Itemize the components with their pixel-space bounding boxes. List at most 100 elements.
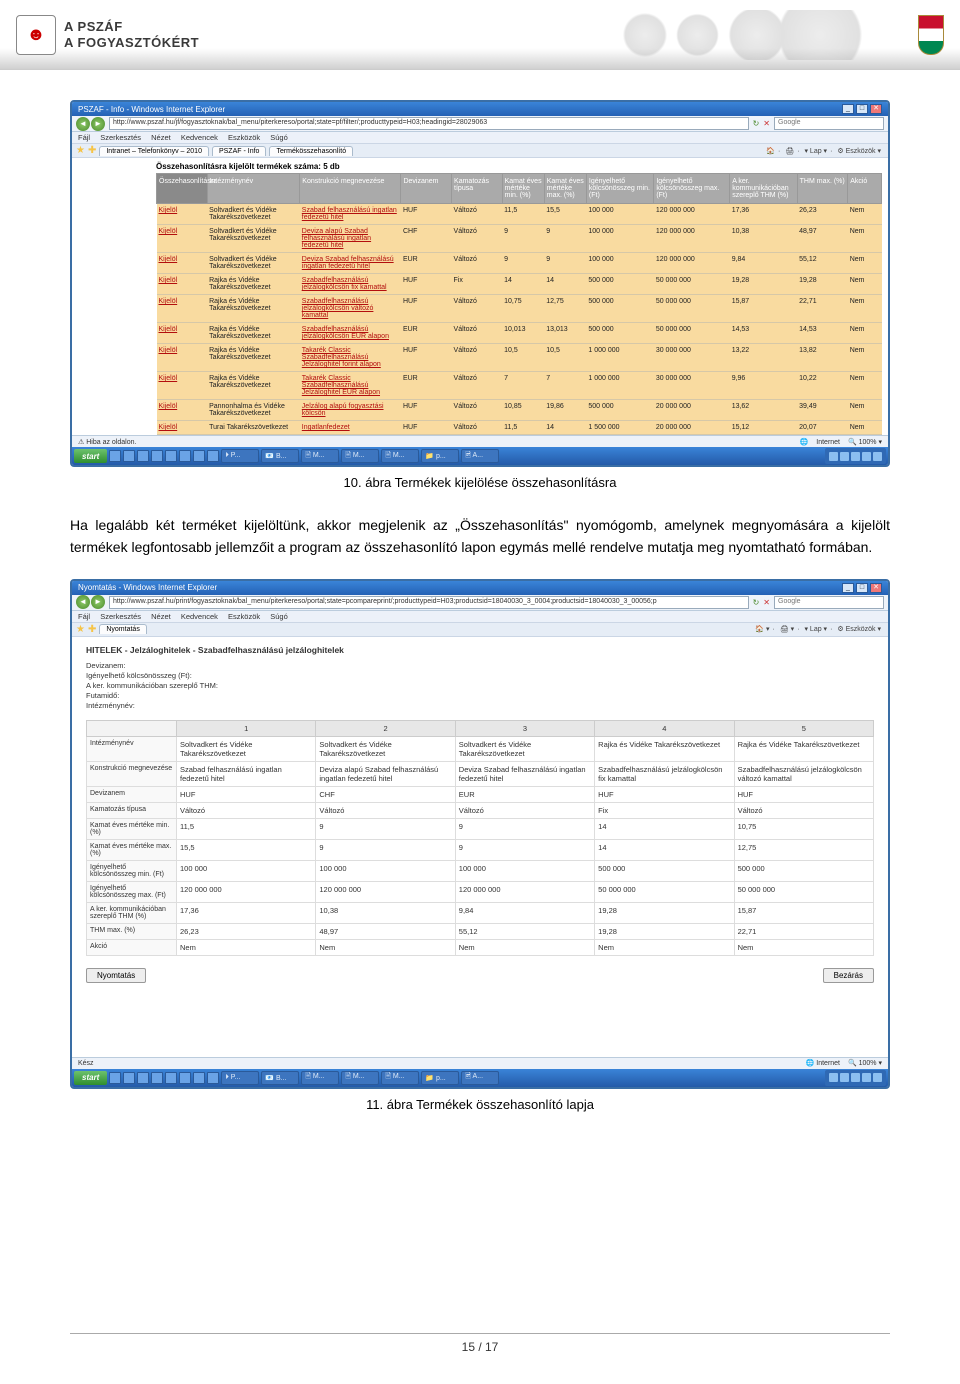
add-favorites-icon[interactable]: ✚ (88, 145, 96, 156)
task-item[interactable]: 🖻 A... (461, 449, 499, 463)
tab-intranet[interactable]: Intranet – Telefonkönyv – 2010 (99, 146, 209, 156)
quicklaunch-icon[interactable] (193, 1072, 205, 1084)
task-item[interactable]: ⏵ P... (221, 449, 259, 463)
system-tray[interactable] (825, 1070, 886, 1086)
select-link[interactable]: Kijelöl (157, 421, 208, 435)
quicklaunch-icon[interactable] (165, 450, 177, 462)
select-link[interactable]: Kijelöl (157, 295, 208, 323)
task-item[interactable]: 🖹 M... (381, 1071, 419, 1085)
task-item[interactable]: 🖹 M... (381, 449, 419, 463)
cell-prod[interactable]: Szabadfelhasználású jelzálogkölcsön vált… (300, 295, 401, 323)
task-item[interactable]: 🖹 M... (341, 1071, 379, 1085)
window-titlebar[interactable]: Nyomtatás - Windows Internet Explorer _ … (72, 581, 888, 595)
quicklaunch-icon[interactable] (179, 1072, 191, 1084)
task-item[interactable]: 📧 B... (261, 1071, 299, 1085)
col-kmin[interactable]: Kamat éves mértéke min. (%) (502, 174, 544, 204)
select-link[interactable]: Kijelöl (157, 400, 208, 421)
task-item[interactable]: 🖹 M... (301, 1071, 339, 1085)
url-input[interactable]: http://www.pszaf.hu/jf/fogyasztoknak/bal… (109, 117, 749, 130)
favorites-star-icon[interactable]: ★ (76, 624, 85, 635)
col-kt[interactable]: Kamatozás típusa (452, 174, 503, 204)
cell-prod[interactable]: Deviza Szabad felhasználású ingatlan fed… (300, 253, 401, 274)
add-favorites-icon[interactable]: ✚ (88, 624, 96, 635)
menu-help[interactable]: Súgó (270, 133, 288, 142)
quicklaunch-icon[interactable] (137, 1072, 149, 1084)
col-thmmax[interactable]: THM max. (%) (797, 174, 848, 204)
start-button[interactable]: start (74, 449, 107, 463)
menu-tools[interactable]: Eszközök (228, 133, 260, 142)
quicklaunch-icon[interactable] (123, 1072, 135, 1084)
back-button[interactable]: ◄ (76, 595, 90, 609)
select-link[interactable]: Kijelöl (157, 274, 208, 295)
tab-termek[interactable]: Termékösszehasonlító (269, 146, 353, 156)
task-item[interactable]: 📧 B... (261, 449, 299, 463)
forward-button[interactable]: ► (91, 117, 105, 131)
page-menu[interactable]: ▾ Lap ▾ (804, 148, 827, 155)
zoom-control[interactable]: 🔍 100% ▾ (848, 1060, 882, 1067)
menu-view[interactable]: Nézet (151, 612, 171, 621)
close-button[interactable]: ✕ (870, 583, 882, 593)
taskbar-2[interactable]: start ⏵ P... 📧 B... 🖹 M... 🖹 M... 🖹 M...… (72, 1069, 888, 1087)
close-compare-button[interactable]: Bezárás (823, 968, 874, 983)
stop-button[interactable]: ✕ (763, 119, 770, 128)
cell-prod[interactable]: Szabadfelhasználású jelzálogkölcsön fix … (300, 274, 401, 295)
tray-icon[interactable] (840, 452, 849, 461)
home-icon[interactable]: 🏠 (766, 148, 775, 155)
menu-favorites[interactable]: Kedvencek (181, 133, 218, 142)
tray-icon[interactable] (862, 452, 871, 461)
print-icon[interactable]: 🖨 ▾ (780, 626, 794, 633)
task-item[interactable]: 📁 p... (421, 1071, 459, 1085)
select-link[interactable]: Kijelöl (157, 323, 208, 344)
task-item[interactable]: 🖻 A... (461, 1071, 499, 1085)
task-item[interactable]: ⏵ P... (221, 1071, 259, 1085)
home-icon[interactable]: 🏠 ▾ (755, 626, 769, 633)
task-item[interactable]: 🖹 M... (301, 449, 339, 463)
menu-tools[interactable]: Eszközök (228, 612, 260, 621)
tray-icon[interactable] (851, 452, 860, 461)
quicklaunch-icon[interactable] (109, 450, 121, 462)
tools-menu[interactable]: ⚙ Eszközök ▾ (837, 148, 881, 155)
quicklaunch-icon[interactable] (151, 450, 163, 462)
select-link[interactable]: Kijelöl (157, 372, 208, 400)
menu-favorites[interactable]: Kedvencek (181, 612, 218, 621)
maximize-button[interactable]: □ (856, 104, 868, 114)
tray-icon[interactable] (873, 1073, 882, 1082)
tray-icon[interactable] (862, 1073, 871, 1082)
col-ak[interactable]: Akció (848, 174, 882, 204)
menu-edit[interactable]: Szerkesztés (100, 133, 141, 142)
cell-prod[interactable]: Takarék Classic Szabadfelhasználású Jelz… (300, 372, 401, 400)
cell-prod[interactable]: Jelzálog alapú fogyasztási kölcsön (300, 400, 401, 421)
quicklaunch-icon[interactable] (193, 450, 205, 462)
back-button[interactable]: ◄ (76, 117, 90, 131)
select-link[interactable]: Kijelöl (157, 253, 208, 274)
maximize-button[interactable]: □ (856, 583, 868, 593)
window-titlebar[interactable]: PSZAF - Info - Windows Internet Explorer… (72, 102, 888, 116)
refresh-button[interactable]: ↻ (753, 119, 760, 128)
search-input[interactable]: Google (774, 596, 884, 609)
tab-print[interactable]: Nyomtatás (99, 624, 146, 634)
task-item[interactable]: 📁 p... (421, 449, 459, 463)
col-inst[interactable]: Intézménynév (207, 174, 300, 204)
quicklaunch-icon[interactable] (151, 1072, 163, 1084)
cell-prod[interactable]: Ingatlanfedezet (300, 421, 401, 435)
favorites-star-icon[interactable]: ★ (76, 145, 85, 156)
menu-bar[interactable]: Fájl Szerkesztés Nézet Kedvencek Eszközö… (72, 611, 888, 623)
search-input[interactable]: Google (774, 117, 884, 130)
col-imin[interactable]: Igényelhető kölcsönösszeg min. (Ft) (586, 174, 653, 204)
cell-prod[interactable]: Deviza alapú Szabad felhasználású ingatl… (300, 225, 401, 253)
tray-icon[interactable] (851, 1073, 860, 1082)
zoom-control[interactable]: 🔍 100% ▾ (848, 439, 882, 446)
print-icon[interactable]: 🖨 (785, 148, 794, 155)
minimize-button[interactable]: _ (842, 583, 854, 593)
task-item[interactable]: 🖹 M... (341, 449, 379, 463)
quicklaunch-icon[interactable] (179, 450, 191, 462)
select-link[interactable]: Kijelöl (157, 225, 208, 253)
start-button[interactable]: start (74, 1071, 107, 1085)
system-tray[interactable] (825, 448, 886, 464)
tab-pszaf[interactable]: PSZAF - Info (212, 146, 266, 156)
col-thm[interactable]: A ker. kommunikációban szereplő THM (%) (730, 174, 797, 204)
col-dev[interactable]: Devizanem (401, 174, 452, 204)
tools-menu[interactable]: ⚙ Eszközök ▾ (837, 626, 881, 633)
menu-bar[interactable]: Fájl Szerkesztés Nézet Kedvencek Eszközö… (72, 132, 888, 144)
page-menu[interactable]: ▾ Lap ▾ (804, 626, 827, 633)
